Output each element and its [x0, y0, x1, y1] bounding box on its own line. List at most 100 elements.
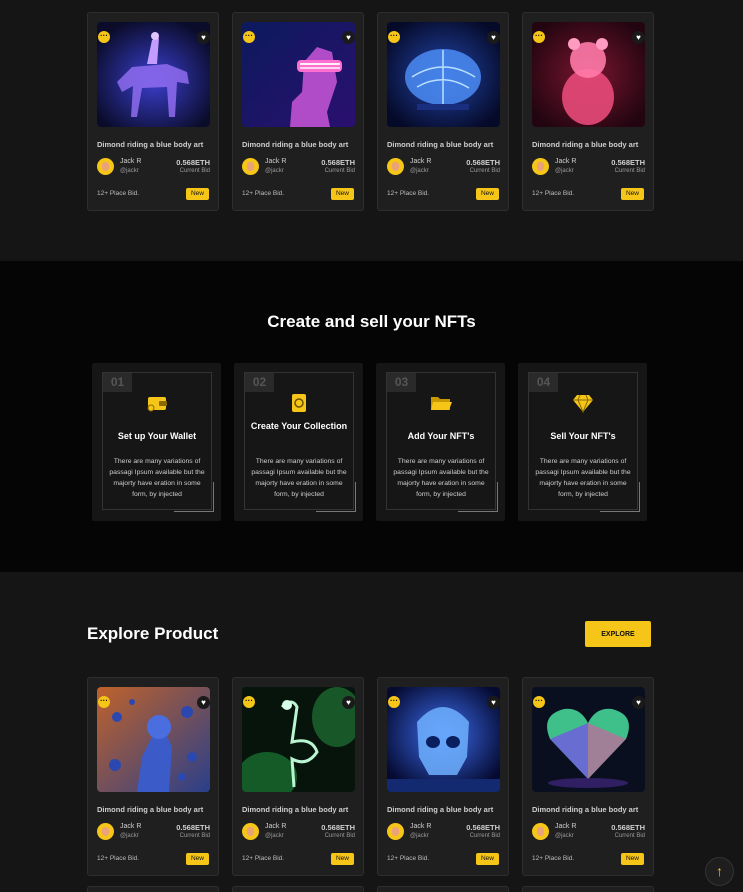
creator-name: Jack R [555, 158, 577, 165]
nft-title[interactable]: Dimond riding a blue body art [97, 805, 203, 814]
bid-label: Current Bid [324, 833, 355, 839]
nft-card[interactable] [377, 886, 509, 892]
next-card-row [87, 886, 654, 892]
diamond-icon [573, 394, 593, 413]
avatar[interactable] [532, 823, 549, 840]
more-options-icon[interactable]: ··· [533, 31, 545, 43]
nft-card[interactable]: ··· ♥ Dimond riding a blue body art Jack… [522, 12, 654, 211]
nft-card[interactable]: ··· ♥ Dimond riding a blue body art Jack… [232, 12, 364, 211]
nft-artwork[interactable] [532, 687, 645, 792]
creator-name: Jack R [120, 823, 142, 830]
price: 0.568ETH [466, 158, 500, 167]
creator-name: Jack R [555, 823, 577, 830]
new-badge: New [476, 853, 499, 865]
price: 0.568ETH [611, 158, 645, 167]
heart-icon[interactable]: ♥ [342, 31, 355, 44]
heart-icon[interactable]: ♥ [197, 696, 210, 709]
nft-card[interactable] [232, 886, 364, 892]
nft-artwork[interactable] [242, 687, 355, 792]
step-title: Create Your Collection [250, 421, 348, 431]
nft-card[interactable]: ··· ♥ Dimond riding a blue body art Jack… [232, 677, 364, 876]
more-options-icon[interactable]: ··· [388, 31, 400, 43]
step-card-sell: 04 Sell Your NFT's There are many variat… [518, 363, 647, 521]
new-badge: New [186, 188, 209, 200]
nft-title[interactable]: Dimond riding a blue body art [387, 805, 493, 814]
heart-icon[interactable]: ♥ [487, 696, 500, 709]
explore-section: Explore Product EXPLORE ··· ♥ Dimond rid… [0, 572, 743, 892]
more-options-icon[interactable]: ··· [98, 31, 110, 43]
nft-artwork[interactable] [97, 687, 210, 792]
step-number: 02 [245, 373, 274, 392]
section-title: Explore Product [87, 624, 219, 643]
creator-handle: @jackr [555, 833, 574, 839]
creator-handle: @jackr [410, 833, 429, 839]
create-sell-section: Create and sell your NFTs 01 Set up Your… [0, 261, 743, 572]
more-options-icon[interactable]: ··· [388, 696, 400, 708]
step-description: There are many variations of passagi Ips… [251, 458, 347, 498]
more-options-icon[interactable]: ··· [243, 696, 255, 708]
heart-icon[interactable]: ♥ [197, 31, 210, 44]
price: 0.568ETH [321, 158, 355, 167]
step-card-add-nft: 03 Add Your NFT's There are many variati… [376, 363, 505, 521]
nft-title[interactable]: Dimond riding a blue body art [387, 140, 493, 149]
section-title: Create and sell your NFTs [267, 312, 476, 331]
nft-artwork[interactable] [387, 687, 500, 792]
explore-card-row: ··· ♥ Dimond riding a blue body art Jack… [87, 677, 654, 876]
avatar[interactable] [97, 823, 114, 840]
avatar[interactable] [387, 158, 404, 175]
creator-name: Jack R [265, 158, 287, 165]
nft-artwork[interactable] [97, 22, 210, 127]
heart-icon[interactable]: ♥ [632, 31, 645, 44]
step-description: There are many variations of passagi Ips… [109, 458, 205, 498]
new-badge: New [621, 853, 644, 865]
nft-card[interactable]: ··· ♥ Dimond riding a blue body art Jack… [522, 677, 654, 876]
avatar[interactable] [97, 158, 114, 175]
place-bid-count: 12+ Place Bid. [387, 855, 430, 862]
more-options-icon[interactable]: ··· [533, 696, 545, 708]
arrow-up-icon: ↑ [716, 863, 723, 879]
more-options-icon[interactable]: ··· [98, 696, 110, 708]
explore-button[interactable]: EXPLORE [585, 621, 651, 647]
bid-label: Current Bid [614, 168, 645, 174]
nft-card[interactable]: ··· ♥ Dimond riding a blue body art Jack… [87, 12, 219, 211]
step-description: There are many variations of passagi Ips… [393, 458, 489, 498]
avatar[interactable] [242, 823, 259, 840]
avatar[interactable] [532, 158, 549, 175]
step-number: 04 [529, 373, 558, 392]
nft-artwork[interactable] [532, 22, 645, 127]
nft-card[interactable]: ··· ♥ Dimond riding a blue body art Jack… [377, 12, 509, 211]
heart-icon[interactable]: ♥ [487, 31, 500, 44]
nft-card[interactable]: ··· ♥ Dimond riding a blue body art Jack… [377, 677, 509, 876]
nft-card[interactable]: ··· ♥ Dimond riding a blue body art Jack… [87, 677, 219, 876]
step-title: Add Your NFT's [407, 431, 475, 441]
creator-name: Jack R [410, 823, 432, 830]
creator-handle: @jackr [120, 168, 139, 174]
heart-icon[interactable]: ♥ [342, 696, 355, 709]
new-badge: New [331, 853, 354, 865]
new-badge: New [331, 188, 354, 200]
step-number: 01 [103, 373, 132, 392]
creator-name: Jack R [120, 158, 142, 165]
nft-title[interactable]: Dimond riding a blue body art [242, 140, 348, 149]
step-card-wallet: 01 Set up Your Wallet There are many var… [92, 363, 221, 521]
scroll-to-top-button[interactable]: ↑ [705, 857, 734, 886]
nft-artwork[interactable] [242, 22, 355, 127]
more-options-icon[interactable]: ··· [243, 31, 255, 43]
creator-name: Jack R [410, 158, 432, 165]
nft-card[interactable] [87, 886, 219, 892]
collection-icon [292, 394, 306, 412]
avatar[interactable] [242, 158, 259, 175]
place-bid-count: 12+ Place Bid. [242, 855, 285, 862]
nft-artwork[interactable] [387, 22, 500, 127]
nft-title[interactable]: Dimond riding a blue body art [242, 805, 348, 814]
nft-title[interactable]: Dimond riding a blue body art [532, 805, 638, 814]
bid-label: Current Bid [614, 833, 645, 839]
nft-title[interactable]: Dimond riding a blue body art [97, 140, 203, 149]
price: 0.568ETH [611, 823, 645, 832]
avatar[interactable] [387, 823, 404, 840]
place-bid-count: 12+ Place Bid. [97, 855, 140, 862]
nft-title[interactable]: Dimond riding a blue body art [532, 140, 638, 149]
nft-card[interactable] [522, 886, 654, 892]
bid-label: Current Bid [324, 168, 355, 174]
heart-icon[interactable]: ♥ [632, 696, 645, 709]
